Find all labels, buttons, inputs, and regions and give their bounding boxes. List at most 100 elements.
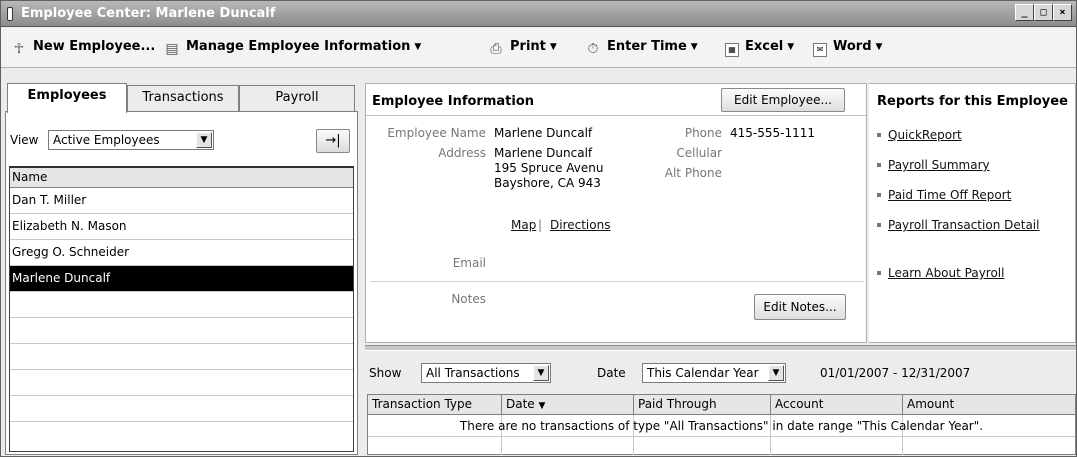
list-item-empty bbox=[10, 318, 353, 344]
bullet-icon bbox=[877, 193, 881, 197]
chevron-down-icon[interactable]: ▼ bbox=[533, 365, 549, 381]
bullet-icon bbox=[877, 163, 881, 167]
view-select[interactable]: Active Employees ▼ bbox=[48, 130, 214, 150]
edit-employee-button[interactable]: Edit Employee... bbox=[721, 88, 845, 112]
column-header-transaction-type[interactable]: Transaction Type bbox=[368, 395, 502, 415]
column-header-date[interactable]: Date ▼ bbox=[502, 395, 634, 415]
word-button[interactable]: ✉ Word ▼ bbox=[813, 39, 882, 57]
notes-label: Notes bbox=[451, 292, 486, 306]
enter-time-label: Enter Time bbox=[607, 39, 687, 54]
center-tabs: Employees Transactions Payroll bbox=[5, 83, 358, 113]
new-employee-button[interactable]: ☥ New Employee... bbox=[11, 39, 156, 57]
chevron-down-icon: ▼ bbox=[787, 42, 795, 52]
transactions-table: Transaction Type Date ▼ Paid Through Acc… bbox=[367, 394, 1076, 455]
list-item[interactable]: Dan T. Miller bbox=[10, 188, 353, 214]
report-link-label[interactable]: QuickReport bbox=[888, 128, 962, 142]
map-directions-separator: | bbox=[538, 218, 543, 232]
employees-tab-body: View Active Employees ▼ →| Name Dan T. M… bbox=[5, 111, 358, 455]
transactions-panel: Show All Transactions ▼ Date This Calend… bbox=[365, 352, 1076, 455]
excel-icon: ▦ bbox=[725, 43, 739, 57]
directions-link[interactable]: Directions bbox=[550, 218, 610, 232]
print-button[interactable]: ⎙ Print ▼ bbox=[488, 39, 556, 57]
edit-notes-button[interactable]: Edit Notes... bbox=[754, 294, 846, 320]
view-label: View bbox=[10, 133, 39, 147]
employee-name-value: Marlene Duncalf bbox=[494, 126, 593, 140]
maximize-button[interactable]: □ bbox=[1034, 4, 1053, 21]
map-link[interactable]: Map bbox=[511, 218, 536, 232]
report-link-label[interactable]: Paid Time Off Report bbox=[888, 188, 1011, 202]
sort-desc-icon: ▼ bbox=[538, 401, 546, 411]
expand-arrow-button[interactable]: →| bbox=[316, 129, 350, 153]
cellular-label: Cellular bbox=[676, 146, 722, 160]
employee-list: Name Dan T. Miller Elizabeth N. Mason Gr… bbox=[9, 166, 354, 452]
list-header-name[interactable]: Name bbox=[10, 168, 353, 188]
employee-info-title: Employee Information bbox=[372, 94, 535, 109]
employee-center-window: Employee Center: Marlene Duncalf _ □ × ☥… bbox=[0, 0, 1077, 457]
tab-transactions[interactable]: Transactions bbox=[127, 85, 239, 111]
list-item-empty bbox=[10, 370, 353, 396]
window-title: Employee Center: Marlene Duncalf bbox=[21, 6, 276, 21]
toolbar: ☥ New Employee... ▤ Manage Employee Inform… bbox=[1, 28, 1076, 68]
address-line-1: Marlene Duncalf bbox=[494, 146, 593, 160]
employee-info-header: Employee Information Edit Employee... bbox=[366, 84, 866, 116]
list-item-empty bbox=[10, 422, 353, 448]
excel-button[interactable]: ▦ Excel ▼ bbox=[725, 39, 794, 57]
chevron-down-icon: ▼ bbox=[414, 42, 422, 52]
show-select[interactable]: All Transactions ▼ bbox=[421, 363, 551, 383]
list-item-selected[interactable]: Marlene Duncalf bbox=[10, 266, 353, 292]
reports-panel: Reports for this Employee QuickReport Pa… bbox=[869, 83, 1076, 343]
chevron-down-icon: ▼ bbox=[875, 42, 883, 52]
report-link-paid-time-off[interactable]: Paid Time Off Report bbox=[877, 188, 1011, 202]
enter-time-button[interactable]: ⏱ Enter Time ▼ bbox=[585, 39, 698, 57]
arrow-right-bar-icon: →| bbox=[325, 133, 341, 148]
printer-icon: ⎙ bbox=[490, 41, 502, 57]
notes-divider bbox=[370, 281, 864, 282]
date-select[interactable]: This Calendar Year ▼ bbox=[642, 363, 786, 383]
title-bar[interactable]: Employee Center: Marlene Duncalf _ □ × bbox=[1, 1, 1076, 27]
manage-info-icon: ▤ bbox=[165, 41, 179, 57]
phone-value: 415-555-1111 bbox=[730, 126, 816, 140]
manage-label: Manage Employee Information bbox=[186, 39, 411, 54]
show-select-value: All Transactions bbox=[426, 366, 520, 380]
report-link-label[interactable]: Learn About Payroll bbox=[888, 266, 1004, 280]
column-header-paid-through[interactable]: Paid Through bbox=[634, 395, 771, 415]
report-link-payroll-transaction-detail[interactable]: Payroll Transaction Detail bbox=[877, 218, 1039, 232]
column-header-account[interactable]: Account bbox=[771, 395, 903, 415]
bullet-icon bbox=[877, 271, 881, 275]
employee-name-label: Employee Name bbox=[387, 126, 486, 140]
manage-employee-info-button[interactable]: ▤ Manage Employee Information ▼ bbox=[164, 39, 421, 57]
panel-splitter[interactable] bbox=[365, 345, 1076, 351]
list-item-empty bbox=[10, 344, 353, 370]
new-employee-label: New Employee... bbox=[33, 39, 156, 54]
tab-payroll[interactable]: Payroll bbox=[239, 85, 355, 111]
date-range-text: 01/01/2007 - 12/31/2007 bbox=[820, 366, 971, 380]
left-panel: Employees Transactions Payroll View Acti… bbox=[5, 83, 358, 455]
bullet-icon bbox=[877, 133, 881, 137]
transactions-filter-bar: Show All Transactions ▼ Date This Calend… bbox=[365, 352, 1076, 392]
list-item[interactable]: Gregg O. Schneider bbox=[10, 240, 353, 266]
transactions-table-header: Transaction Type Date ▼ Paid Through Acc… bbox=[368, 395, 1075, 415]
chevron-down-icon: ▼ bbox=[690, 42, 698, 52]
chevron-down-icon[interactable]: ▼ bbox=[196, 132, 212, 148]
close-button[interactable]: × bbox=[1053, 4, 1072, 21]
report-link-payroll-summary[interactable]: Payroll Summary bbox=[877, 158, 990, 172]
report-link-label[interactable]: Payroll Transaction Detail bbox=[888, 218, 1039, 232]
stopwatch-icon: ⏱ bbox=[587, 41, 599, 57]
report-link-label[interactable]: Payroll Summary bbox=[888, 158, 990, 172]
tab-employees[interactable]: Employees bbox=[7, 83, 127, 113]
report-link-quickreport[interactable]: QuickReport bbox=[877, 128, 962, 142]
print-label: Print bbox=[510, 39, 546, 54]
chevron-down-icon[interactable]: ▼ bbox=[768, 365, 784, 381]
list-item[interactable]: Elizabeth N. Mason bbox=[10, 214, 353, 240]
view-select-value: Active Employees bbox=[53, 133, 160, 147]
email-label: Email bbox=[452, 256, 486, 270]
minimize-button[interactable]: _ bbox=[1015, 4, 1034, 21]
address-line-2: 195 Spruce Avenu bbox=[494, 161, 604, 175]
bullet-icon bbox=[877, 223, 881, 227]
report-link-learn-about-payroll[interactable]: Learn About Payroll bbox=[877, 266, 1004, 280]
column-header-amount[interactable]: Amount bbox=[903, 395, 1075, 415]
excel-label: Excel bbox=[745, 39, 784, 54]
column-header-date-label: Date bbox=[506, 397, 535, 411]
date-select-value: This Calendar Year bbox=[647, 366, 759, 380]
list-item-empty bbox=[10, 396, 353, 422]
